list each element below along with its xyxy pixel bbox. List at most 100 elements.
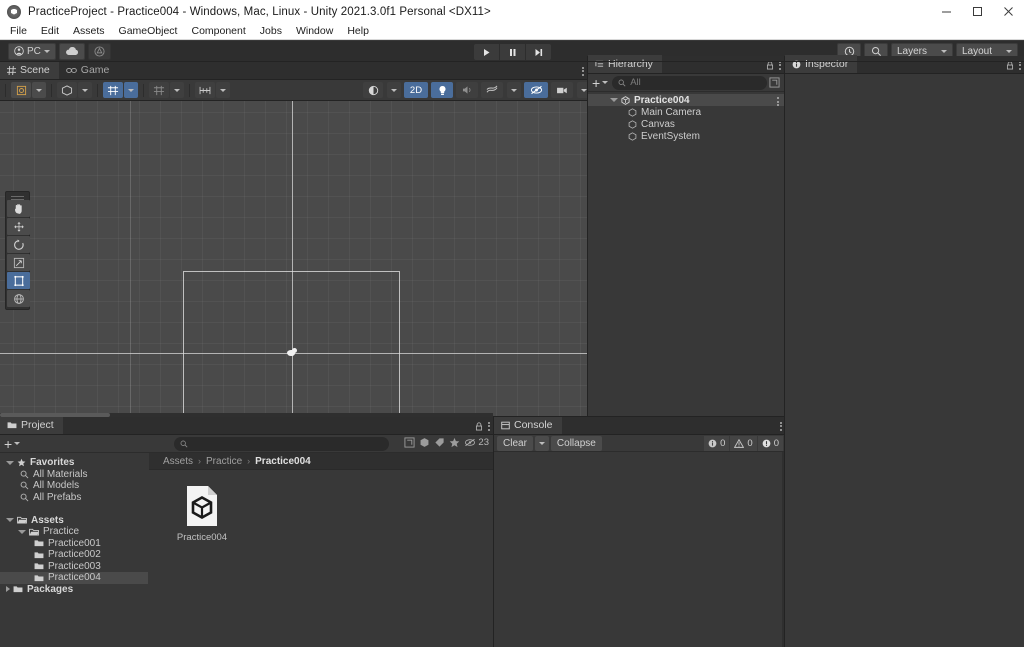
project-tree[interactable]: Favorites All Materials All Models All P… [0,453,148,647]
menu-jobs[interactable]: Jobs [253,23,289,40]
menu-file[interactable]: File [3,23,34,40]
scene-tab-menu[interactable] [582,62,584,80]
chevron-down-icon[interactable] [6,460,14,465]
console-message-list[interactable] [494,452,785,647]
hierarchy-search-input[interactable]: All [612,75,767,90]
project-tree-all-prefabs[interactable]: All Prefabs [0,492,148,504]
scene-visibility-button[interactable] [524,82,548,98]
maximize-button[interactable] [962,0,993,23]
error-count[interactable]: 0 [757,435,783,451]
hierarchy-item-main-camera[interactable]: Main Camera [588,106,784,118]
hierarchy-filter-icon[interactable] [769,77,780,88]
toggle-2d-button[interactable]: 2D [404,82,428,98]
project-create-button[interactable]: + [4,437,21,451]
scale-tool[interactable] [7,254,30,271]
chevron-right-icon[interactable] [6,586,10,593]
collapse-button[interactable]: Collapse [550,435,602,451]
tab-project[interactable]: Project [0,416,63,434]
menu-gameobject[interactable]: GameObject [112,23,185,40]
shading-mode-button[interactable] [11,82,31,98]
project-tree-all-materials[interactable]: All Materials [0,469,148,481]
scene-camera-button[interactable] [551,82,573,98]
star-icon[interactable] [449,437,460,448]
step-button[interactable] [526,44,551,60]
effects-toggle-button[interactable] [481,82,503,98]
hierarchy-item-practice004[interactable]: Practice004 [588,94,784,106]
filter-by-type-icon[interactable] [404,437,415,448]
more-options-icon[interactable] [488,421,490,431]
project-tree-practice001[interactable]: Practice001 [0,538,148,550]
close-button[interactable] [993,0,1024,23]
transform-tool[interactable] [7,290,30,307]
move-tool[interactable] [7,218,30,235]
divider-hierarchy-inspector[interactable] [784,56,785,647]
more-options-icon[interactable] [582,66,584,76]
audio-toggle-button[interactable] [456,82,478,98]
account-dropdown[interactable]: PC [8,42,56,60]
divider-scene-hierarchy[interactable] [587,56,588,417]
hand-tool[interactable] [7,200,30,217]
shading-sphere-dropdown[interactable] [387,82,401,98]
menu-component[interactable]: Component [184,23,252,40]
rect-tool[interactable] [7,272,30,289]
draw-mode-dropdown[interactable] [78,82,92,98]
project-tree-practice002[interactable]: Practice002 [0,549,148,561]
minimize-button[interactable] [931,0,962,23]
breadcrumb-assets[interactable]: Assets [163,456,193,467]
warning-count[interactable]: 0 [730,435,757,451]
cloud-button[interactable] [58,42,85,60]
lock-icon[interactable] [475,421,483,431]
grid-snap-dropdown[interactable] [124,82,138,98]
shading-sphere-button[interactable] [363,82,383,98]
pivot-handle[interactable] [287,348,298,358]
menu-window[interactable]: Window [289,23,340,40]
draw-mode-button[interactable] [57,82,77,98]
hierarchy-item-eventsystem[interactable]: EventSystem [588,130,784,142]
chevron-down-icon[interactable] [6,518,14,523]
project-tree-practice[interactable]: Practice [0,526,148,538]
divider-project-console[interactable] [493,417,494,647]
filter-by-label-icon[interactable] [434,437,445,448]
asset-item-practice004[interactable]: Practice004 [171,484,233,543]
scene-viewport[interactable] [0,101,587,417]
more-options-icon[interactable] [780,421,782,431]
project-tree-all-models[interactable]: All Models [0,480,148,492]
filter-by-prefab-icon[interactable] [419,437,430,448]
clear-button[interactable]: Clear [497,435,533,451]
create-gameobject-button[interactable]: + [592,76,609,90]
grid-snap-button[interactable] [103,82,123,98]
hierarchy-item-canvas[interactable]: Canvas [588,118,784,130]
clear-dropdown[interactable] [534,435,549,451]
project-asset-browser[interactable]: Assets › Practice › Practice004 Practice… [149,453,493,647]
breadcrumb-practice[interactable]: Practice [206,456,242,467]
menu-assets[interactable]: Assets [66,23,112,40]
menu-help[interactable]: Help [340,23,376,40]
scrollbar-thumb[interactable] [0,413,110,417]
grid-visibility-dropdown[interactable] [170,82,184,98]
project-tree-practice004[interactable]: Practice004 [0,572,148,584]
project-tree-practice003[interactable]: Practice003 [0,561,148,573]
collab-button[interactable] [87,42,111,60]
tab-game[interactable]: Game [59,61,119,79]
hierarchy-tree[interactable]: Practice004 Main Camera Canvas EventSyst… [588,92,784,417]
rotate-tool[interactable] [7,236,30,253]
project-tree-packages[interactable]: Packages [0,584,148,596]
more-options-icon[interactable] [777,97,779,106]
palette-drag-handle[interactable] [7,193,28,200]
breadcrumb-practice004[interactable]: Practice004 [255,456,311,467]
snap-increment-button[interactable] [195,82,215,98]
lighting-toggle-button[interactable] [431,82,453,98]
shading-mode-dropdown[interactable] [32,82,46,98]
pause-button[interactable] [500,44,525,60]
scene-horizontal-scrollbar[interactable] [0,413,493,417]
grid-visibility-button[interactable] [149,82,169,98]
visibility-count[interactable]: 23 [464,437,489,448]
project-tree-assets[interactable]: Assets [0,515,148,527]
effects-dropdown[interactable] [507,82,521,98]
chevron-down-icon[interactable] [18,529,26,534]
tab-console[interactable]: Console [494,416,562,434]
tab-hierarchy[interactable]: Hierarchy [588,55,662,73]
tab-scene[interactable]: Scene [0,61,59,79]
snap-increment-dropdown[interactable] [216,82,230,98]
menu-edit[interactable]: Edit [34,23,66,40]
